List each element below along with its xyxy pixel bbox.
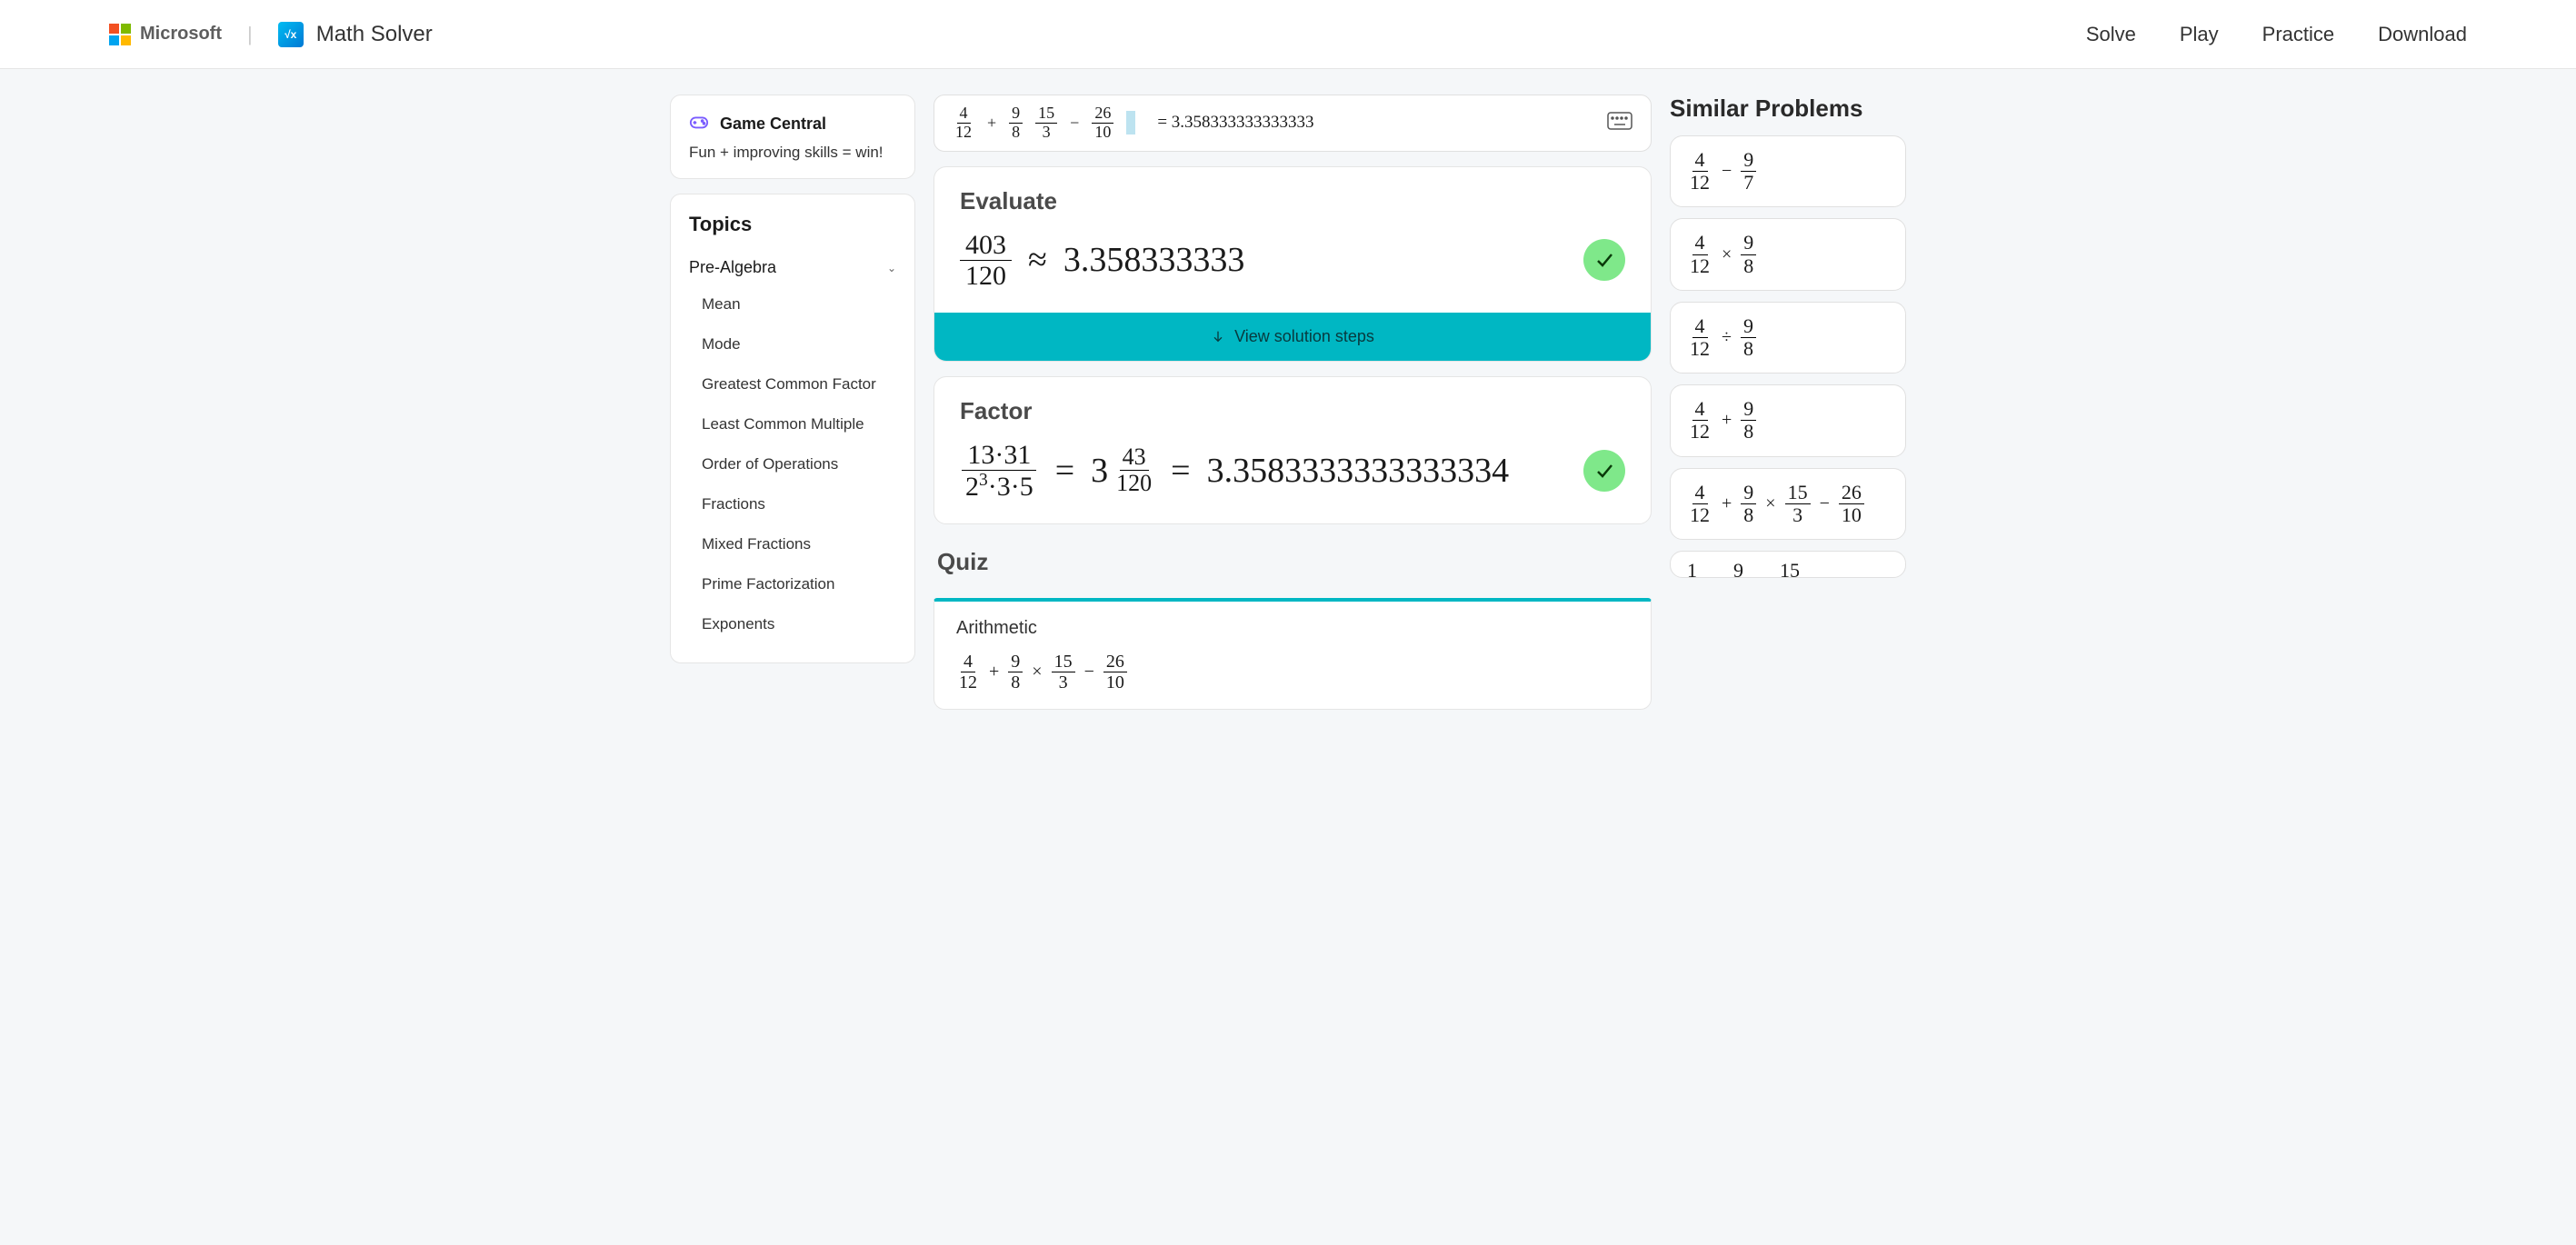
main-content: 412 + 98 153 − 2610 = 3.358333333333333 … xyxy=(934,95,1652,710)
chevron-down-icon: ⌄ xyxy=(887,262,896,274)
microsoft-icon xyxy=(109,24,131,45)
microsoft-text: Microsoft xyxy=(140,24,222,45)
factor-title: Factor xyxy=(934,377,1651,434)
subtopic-mode[interactable]: Mode xyxy=(671,324,914,364)
quiz-card[interactable]: Arithmetic 412 + 98 × 153 − 2610 xyxy=(934,598,1652,710)
solver-brand[interactable]: √x Math Solver xyxy=(278,22,433,47)
similar-item-2[interactable]: 412÷98 xyxy=(1670,302,1906,374)
subtopic-gcf[interactable]: Greatest Common Factor xyxy=(671,364,914,404)
similar-item-1[interactable]: 412×98 xyxy=(1670,218,1906,290)
keyboard-icon[interactable] xyxy=(1607,112,1632,134)
subtopic-ooo[interactable]: Order of Operations xyxy=(671,444,914,484)
subtopic-mean[interactable]: Mean xyxy=(671,284,914,324)
subtopic-mixed[interactable]: Mixed Fractions xyxy=(671,524,914,564)
check-icon xyxy=(1583,450,1625,492)
expression-math: 412 + 98 153 − 2610 = 3.358333333333333 xyxy=(953,105,1314,142)
topics-title: Topics xyxy=(671,213,914,251)
evaluate-expression: 403120 ≈ 3.358333333 xyxy=(960,230,1244,291)
factor-expression: 13·31 23·3·5 = 3 43120 = 3.3583333333333… xyxy=(960,440,1509,502)
similar-sidebar: Similar Problems 412−97 412×98 412÷98 412+9… xyxy=(1670,95,1906,578)
similar-item-3[interactable]: 412+98 xyxy=(1670,384,1906,456)
subtopic-lcm[interactable]: Least Common Multiple xyxy=(671,404,914,444)
nav-practice[interactable]: Practice xyxy=(2262,23,2334,46)
solver-title: Math Solver xyxy=(316,22,433,47)
game-title: Game Central xyxy=(720,115,826,134)
check-icon xyxy=(1583,239,1625,281)
microsoft-logo[interactable]: Microsoft xyxy=(109,24,222,45)
evaluate-title: Evaluate xyxy=(934,167,1651,224)
game-central-card[interactable]: Game Central Fun + improving skills = wi… xyxy=(670,95,915,179)
nav-download[interactable]: Download xyxy=(2378,23,2467,46)
app-header: Microsoft | √x Math Solver Solve Play Pr… xyxy=(0,0,2576,69)
game-subtitle: Fun + improving skills = win! xyxy=(689,144,896,162)
header-left: Microsoft | √x Math Solver xyxy=(109,22,433,47)
solver-icon: √x xyxy=(278,22,304,47)
arrow-down-icon xyxy=(1211,329,1225,344)
nav-play[interactable]: Play xyxy=(2180,23,2219,46)
input-result: = 3.358333333333333 xyxy=(1157,113,1313,133)
quiz-category: Arithmetic xyxy=(956,618,1629,639)
nav-solve[interactable]: Solve xyxy=(2086,23,2136,46)
similar-item-0[interactable]: 412−97 xyxy=(1670,135,1906,207)
similar-list: 412−97 412×98 412÷98 412+98 412+98×153−2610 1… xyxy=(1670,135,1906,578)
header-divider: | xyxy=(247,23,253,46)
quiz-expression: 412 + 98 × 153 − 2610 xyxy=(956,652,1629,692)
evaluate-card: Evaluate 403120 ≈ 3.358333333 View solut… xyxy=(934,166,1652,362)
header-nav: Solve Play Practice Download xyxy=(2086,23,2467,46)
topics-card: Topics Pre-Algebra ⌄ Mean Mode Greatest … xyxy=(670,194,915,663)
subtopic-fractions[interactable]: Fractions xyxy=(671,484,914,524)
expression-input[interactable]: 412 + 98 153 − 2610 = 3.358333333333333 xyxy=(934,95,1652,152)
subtopic-exponents[interactable]: Exponents xyxy=(671,604,914,644)
sidebar: Game Central Fun + improving skills = wi… xyxy=(670,95,915,663)
topic-category-label: Pre-Algebra xyxy=(689,258,776,277)
topic-category-prealgebra[interactable]: Pre-Algebra ⌄ xyxy=(671,251,914,284)
similar-title: Similar Problems xyxy=(1670,95,1906,123)
quiz-title: Quiz xyxy=(934,539,1652,583)
view-steps-button[interactable]: View solution steps xyxy=(934,313,1651,361)
input-cursor xyxy=(1126,111,1135,134)
similar-item-5[interactable]: 1915 xyxy=(1670,551,1906,578)
subtopic-prime[interactable]: Prime Factorization xyxy=(671,564,914,604)
gamepad-icon xyxy=(689,112,709,136)
factor-card: Factor 13·31 23·3·5 = 3 43120 = 3.358333… xyxy=(934,376,1652,524)
similar-item-4[interactable]: 412+98×153−2610 xyxy=(1670,468,1906,540)
